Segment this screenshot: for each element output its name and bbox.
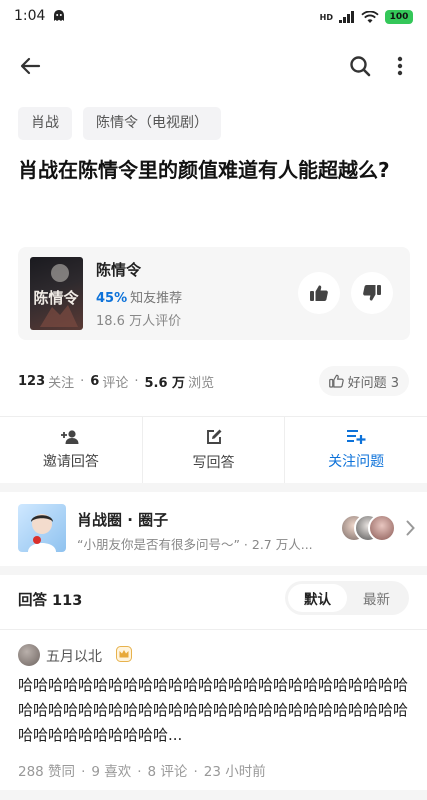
- view-count: 5.6 万: [144, 376, 186, 391]
- section-gap: [0, 790, 427, 800]
- answer-comments: 8 评论: [147, 764, 188, 780]
- good-question-label: 好问题 3: [347, 375, 399, 391]
- chevron-right-icon: [406, 520, 415, 536]
- answer-meta: 288 赞同 · 9 喜欢 · 8 评论 · 23 小时前: [18, 764, 266, 780]
- section-gap: [0, 566, 427, 575]
- edit-icon: [206, 429, 221, 444]
- answer-author-avatar[interactable]: [18, 644, 40, 666]
- battery-indicator: 100: [385, 10, 413, 24]
- circle-name: 肖战圈 · 圈子: [77, 511, 169, 529]
- media-rating-count: 18.6 万人评价: [96, 314, 182, 329]
- poster-title-text: 陈情令: [33, 289, 79, 307]
- status-bar: 1:04 HD 100: [0, 0, 427, 34]
- good-question-button[interactable]: 好问题 3: [318, 366, 409, 396]
- circle-avatar: [18, 504, 66, 552]
- recommend-label: 知友推荐: [130, 291, 183, 306]
- answer-favorites: 9 喜欢: [91, 764, 132, 780]
- answer-likes: 288 赞同: [18, 764, 76, 780]
- circle-entry[interactable]: 肖战圈 · 圈子 “小朋友你是否有很多问号～” · 2.7 万人...: [0, 492, 427, 566]
- follow-question-button[interactable]: 关注问题: [285, 417, 427, 483]
- thumbs-down-icon: [363, 285, 381, 301]
- thumbs-up-outline-icon: [328, 374, 344, 388]
- invite-user-icon: [60, 430, 79, 444]
- back-button[interactable]: [14, 50, 46, 82]
- answer-time: 23 小时前: [203, 764, 266, 780]
- wifi-icon: [361, 10, 379, 23]
- status-time: 1:04: [14, 8, 46, 24]
- comment-label: 评论: [102, 376, 129, 391]
- write-answer-label: 写回答: [192, 455, 235, 471]
- signal-icon: [339, 11, 354, 23]
- section-gap: [0, 483, 427, 492]
- answers-count: 回答 113: [18, 593, 83, 609]
- thumbs-up-icon: [310, 285, 328, 301]
- answer-excerpt[interactable]: 哈哈哈哈哈哈哈哈哈哈哈哈哈哈哈哈哈哈哈哈哈哈哈哈哈哈哈哈哈哈哈哈哈哈哈哈哈哈哈哈…: [18, 673, 410, 748]
- comment-count: 6: [90, 374, 100, 389]
- member-avatars: [340, 514, 400, 544]
- follow-count: 123: [18, 374, 46, 389]
- question-stats: 123 关注 · 6 评论 · 5.6 万 浏览: [18, 374, 215, 391]
- invite-answer-label: 邀请回答: [42, 454, 99, 470]
- more-vertical-icon: [397, 56, 403, 76]
- avatar: [368, 514, 396, 542]
- recommend-percent: 45%: [96, 291, 128, 306]
- crown-badge-icon: [116, 646, 132, 662]
- question-title: 肖战在陈情令里的颜值难道有人能超越么?: [18, 158, 390, 182]
- media-card[interactable]: 陈情令 陈情令 45% 知友推荐 18.6 万人评价: [18, 247, 410, 340]
- sort-default-tab[interactable]: 默认: [288, 584, 347, 612]
- search-button[interactable]: [344, 50, 376, 82]
- top-bar: [0, 44, 427, 90]
- sort-toggle: 默认 最新: [285, 581, 409, 615]
- search-icon: [350, 56, 371, 77]
- poster-art: 陈情令: [33, 264, 79, 327]
- media-recommend: 45% 知友推荐: [96, 287, 182, 306]
- invite-answer-button[interactable]: 邀请回答: [0, 417, 143, 483]
- follow-label: 关注: [48, 376, 75, 391]
- answer-author-name[interactable]: 五月以北: [46, 646, 102, 666]
- topic-chip[interactable]: 陈情令（电视剧）: [83, 107, 221, 140]
- follow-list-icon: [347, 430, 366, 444]
- topic-chip[interactable]: 肖战: [18, 107, 72, 140]
- write-answer-button[interactable]: 写回答: [143, 417, 286, 483]
- more-button[interactable]: [384, 50, 416, 82]
- circle-description: “小朋友你是否有很多问号～” · 2.7 万人...: [77, 537, 313, 552]
- follow-question-label: 关注问题: [328, 454, 385, 470]
- notification-ghost-icon: [54, 10, 64, 21]
- media-name: 陈情令: [96, 261, 142, 279]
- thumbs-down-button[interactable]: [351, 272, 393, 314]
- back-arrow-icon: [20, 57, 41, 75]
- view-label: 浏览: [188, 376, 215, 391]
- question-actions: 邀请回答 写回答 关注问题: [0, 416, 427, 483]
- thumbs-up-button[interactable]: [298, 272, 340, 314]
- sort-latest-tab[interactable]: 最新: [347, 584, 406, 612]
- network-label: HD: [319, 12, 333, 22]
- media-poster: 陈情令: [30, 257, 83, 330]
- divider: [0, 629, 427, 630]
